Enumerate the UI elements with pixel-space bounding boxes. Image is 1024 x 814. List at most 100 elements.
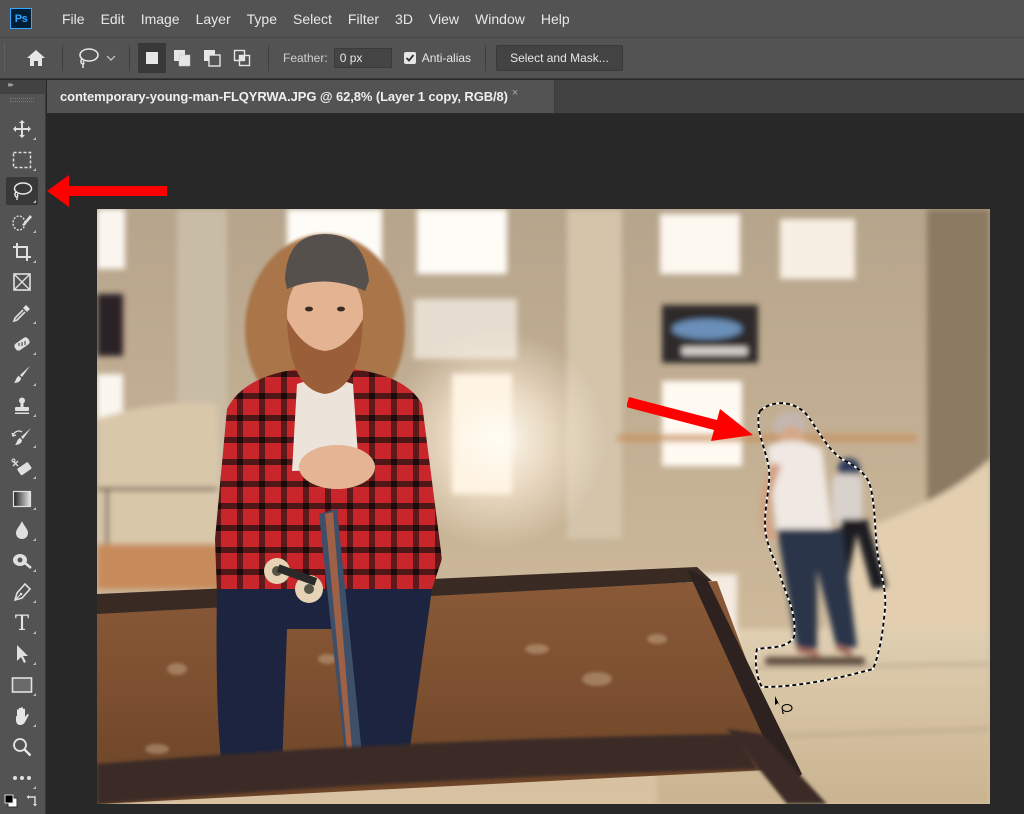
blur-tool[interactable] <box>6 517 38 543</box>
photo-skatepark <box>97 209 990 804</box>
home-button[interactable] <box>18 43 54 73</box>
eraser-icon <box>11 458 32 476</box>
separator <box>485 45 487 71</box>
frame-icon <box>13 273 31 291</box>
checkmark-icon <box>405 54 414 62</box>
menu-window[interactable]: Window <box>467 11 533 27</box>
tools-panel-grip[interactable] <box>10 98 34 102</box>
menu-bar: Ps File Edit Image Layer Type Select Fil… <box>0 0 1024 38</box>
options-bar: Feather: 0 px Anti-alias Select and Mask… <box>0 38 1024 79</box>
subtract-from-selection-button[interactable] <box>198 43 226 73</box>
select-and-mask-button[interactable]: Select and Mask... <box>496 45 623 71</box>
dodge-icon <box>13 554 32 569</box>
quick-selection-icon <box>12 215 32 231</box>
hand-icon <box>16 707 29 725</box>
menu-items: File Edit Image Layer Type Select Filter… <box>54 11 578 27</box>
lasso-icon <box>13 182 33 200</box>
gradient-icon <box>12 490 32 508</box>
crop-tool[interactable] <box>6 239 38 265</box>
collapse-panel-icon[interactable]: ▸▸ <box>8 80 14 89</box>
lasso-tool[interactable] <box>6 177 38 205</box>
new-selection-button[interactable] <box>138 43 166 73</box>
frame-tool[interactable] <box>6 269 38 295</box>
menu-type[interactable]: Type <box>239 11 285 27</box>
add-to-selection-button[interactable] <box>168 43 196 73</box>
menu-view[interactable]: View <box>421 11 467 27</box>
tool-preset-picker[interactable] <box>71 43 121 73</box>
separator <box>62 45 63 71</box>
separator <box>129 45 130 71</box>
swap-arrows-icon <box>26 795 37 807</box>
menu-layer[interactable]: Layer <box>188 11 239 27</box>
annotation-arrow-selection <box>627 397 753 441</box>
rectangular-marquee-tool[interactable] <box>6 147 38 173</box>
tools-panel-header <box>0 80 46 94</box>
spot-healing-brush-tool[interactable] <box>6 331 38 357</box>
anti-alias-checkbox[interactable] <box>403 52 416 64</box>
stamp-icon <box>15 397 29 414</box>
quick-selection-tool[interactable] <box>6 209 38 235</box>
move-tool[interactable] <box>6 116 38 142</box>
color-swatches-icon <box>4 794 18 808</box>
anti-alias-label: Anti-alias <box>421 51 472 65</box>
add-to-selection-icon <box>174 50 191 67</box>
rectangle-icon <box>11 677 33 693</box>
pen-tool[interactable] <box>6 579 38 605</box>
arrow-cursor-icon <box>17 645 28 663</box>
document-tab[interactable]: contemporary-young-man-FLQYRWA.JPG @ 62,… <box>47 80 555 113</box>
history-brush-icon <box>11 428 31 445</box>
menu-help[interactable]: Help <box>533 11 578 27</box>
chevron-down-icon <box>106 55 116 61</box>
separator <box>268 45 269 71</box>
path-selection-tool[interactable] <box>6 641 38 667</box>
gradient-tool[interactable] <box>6 486 38 512</box>
menu-filter[interactable]: Filter <box>340 11 387 27</box>
hand-tool[interactable] <box>6 703 38 729</box>
menu-file[interactable]: File <box>54 11 93 27</box>
photoshop-logo: Ps <box>10 8 32 29</box>
crop-icon <box>13 243 31 261</box>
document-image[interactable] <box>97 209 990 804</box>
magnifier-icon <box>13 738 32 757</box>
menu-select[interactable]: Select <box>285 11 340 27</box>
home-icon <box>27 50 45 66</box>
intersect-with-selection-icon <box>233 49 251 67</box>
clone-stamp-tool[interactable] <box>6 393 38 419</box>
feather-label: Feather: <box>283 51 328 65</box>
eraser-tool[interactable] <box>6 455 38 481</box>
lasso-icon <box>79 48 99 68</box>
move-icon <box>13 120 31 138</box>
document-tab-bar: contemporary-young-man-FLQYRWA.JPG @ 62,… <box>47 80 1024 114</box>
rectangle-tool[interactable] <box>6 672 38 698</box>
options-bar-grip[interactable] <box>4 44 10 72</box>
document-tab-title: contemporary-young-man-FLQYRWA.JPG @ 62,… <box>60 89 508 104</box>
edit-toolbar-button[interactable] <box>6 765 38 791</box>
menu-3d[interactable]: 3D <box>387 11 421 27</box>
new-selection-icon <box>146 52 158 64</box>
drop-icon <box>16 521 28 539</box>
dodge-tool[interactable] <box>6 548 38 574</box>
annotation-arrow-lasso <box>47 175 167 207</box>
foreground-background-colors[interactable] <box>4 794 18 808</box>
pen-icon <box>13 582 32 602</box>
type-tool[interactable]: T <box>6 610 38 636</box>
zoom-tool[interactable] <box>6 734 38 760</box>
more-icon <box>13 776 31 780</box>
history-brush-tool[interactable] <box>6 424 38 450</box>
swap-colors-button[interactable] <box>26 794 40 808</box>
canvas-area[interactable] <box>47 115 1024 814</box>
intersect-with-selection-button[interactable] <box>228 43 256 73</box>
tools-panel: T <box>0 94 46 814</box>
brush-tool[interactable] <box>6 362 38 388</box>
menu-edit[interactable]: Edit <box>93 11 133 27</box>
menu-image[interactable]: Image <box>133 11 188 27</box>
brush-icon <box>14 366 30 383</box>
feather-input[interactable]: 0 px <box>333 48 392 68</box>
bandage-icon <box>14 337 30 351</box>
eyedropper-tool[interactable] <box>6 300 38 326</box>
eyedropper-icon <box>12 305 30 323</box>
type-icon: T <box>14 610 29 635</box>
marquee-icon <box>12 151 32 169</box>
close-tab-icon[interactable]: × <box>512 87 518 99</box>
subtract-from-selection-icon <box>204 50 221 67</box>
